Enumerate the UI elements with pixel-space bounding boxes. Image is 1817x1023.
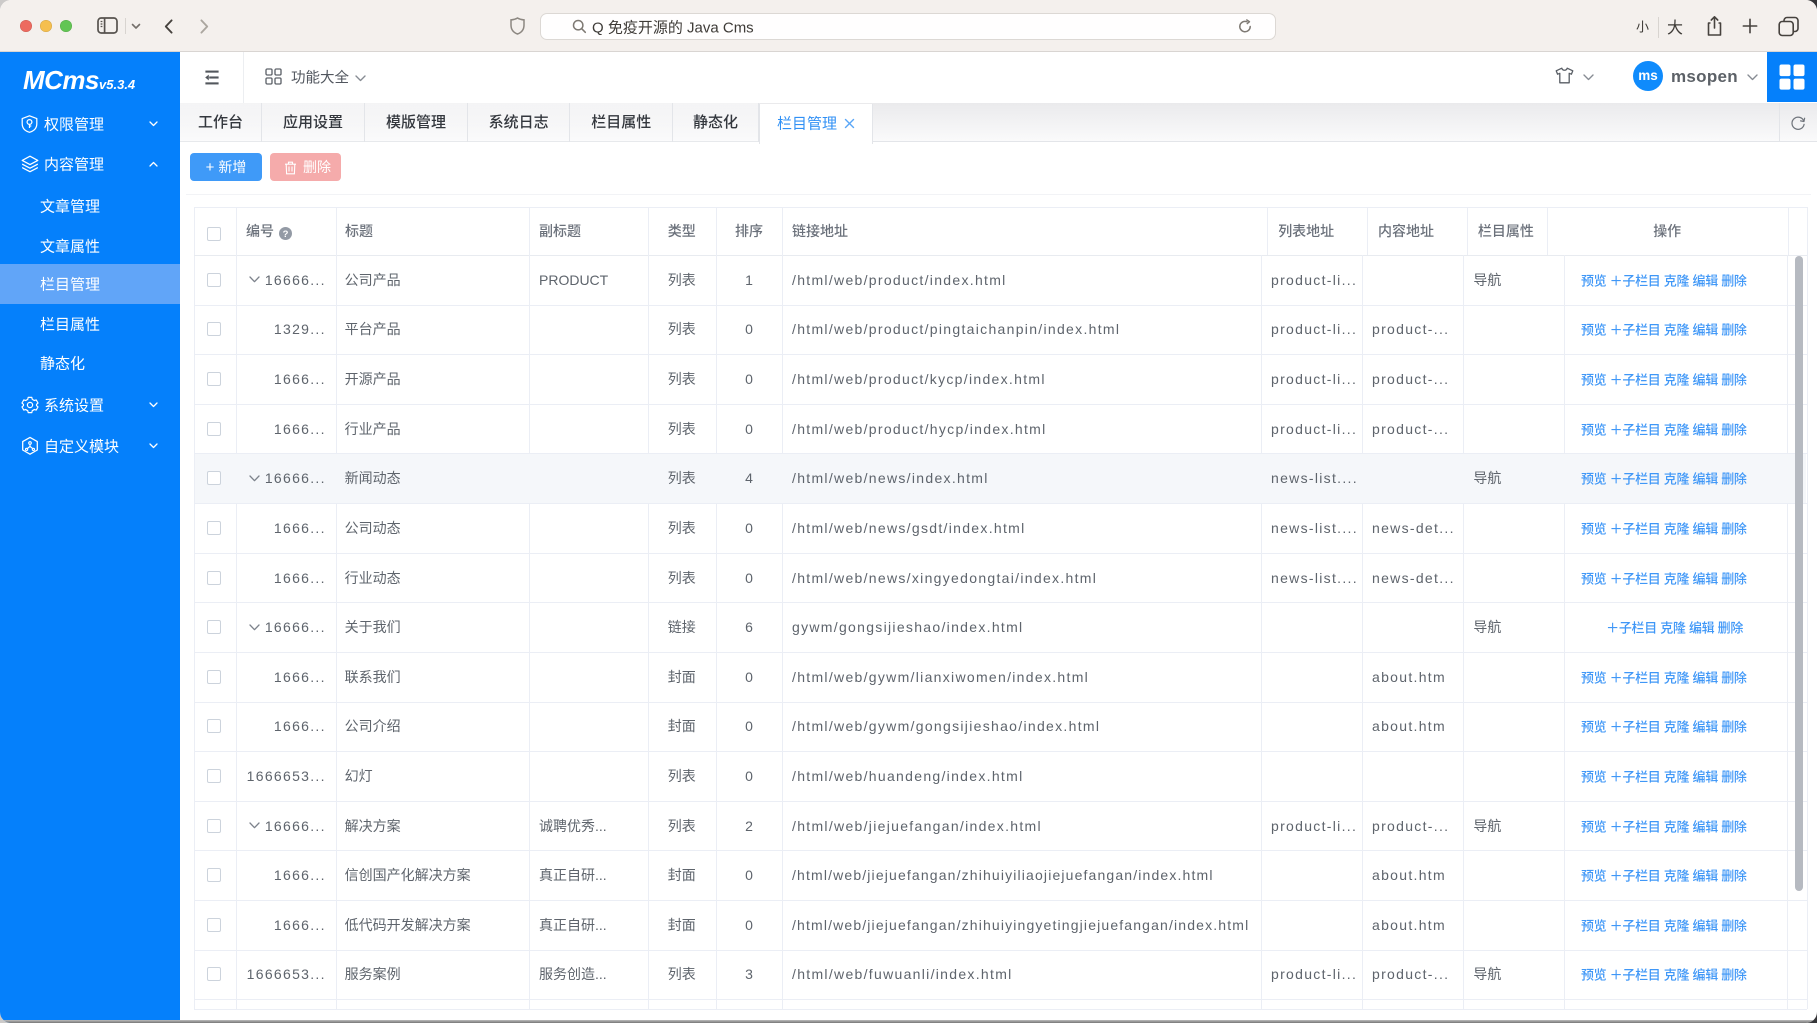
svg-text:?: ? xyxy=(283,229,289,240)
